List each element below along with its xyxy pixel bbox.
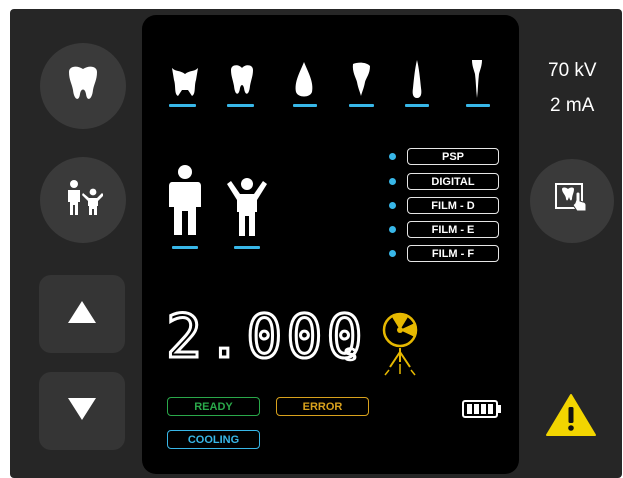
tooth-touch-icon (554, 182, 590, 221)
adult-underline (172, 246, 198, 249)
child-underline (234, 246, 260, 249)
tooth-canine-underline (293, 104, 317, 107)
tooth-root-incisor[interactable] (467, 58, 507, 110)
mode-dot-film-f (389, 250, 396, 257)
tooth-molar[interactable] (167, 58, 207, 110)
mode-dot-psp (389, 153, 396, 160)
tooth-molar-underline (169, 104, 196, 107)
arrow-down-icon (68, 397, 96, 425)
ready-indicator: READY (167, 397, 260, 416)
tooth-touch-button[interactable] (530, 159, 614, 243)
tooth-premolar-underline (227, 104, 254, 107)
tooth-upper-incisor[interactable] (350, 58, 390, 110)
arrow-up-button[interactable] (39, 275, 125, 353)
exposure-time-unit: s (343, 337, 358, 367)
arrow-up-icon (68, 300, 96, 328)
exposure-time-value: 2.000 (165, 302, 367, 373)
error-indicator: ERROR (276, 397, 369, 416)
tooth-premolar[interactable] (225, 58, 265, 110)
mode-dot-digital (389, 178, 396, 185)
tooth-upper-incisor-underline (349, 104, 374, 107)
tooth-mode-button[interactable] (40, 43, 126, 129)
mode-digital-button[interactable]: DIGITAL (407, 173, 499, 190)
tooth-lower-incisor-underline (405, 104, 429, 107)
mode-film-d-button[interactable]: FILM - D (407, 197, 499, 214)
tooth-canine[interactable] (292, 58, 332, 110)
child-patient-icon[interactable] (226, 178, 268, 241)
mode-film-f-button[interactable]: FILM - F (407, 245, 499, 262)
arrow-down-button[interactable] (39, 372, 125, 450)
tooth-icon (63, 64, 103, 109)
battery-icon (462, 400, 502, 423)
kv-readout: 70 kV (548, 60, 597, 81)
cooling-indicator: COOLING (167, 430, 260, 449)
mode-dot-film-e (389, 226, 396, 233)
tooth-root-incisor-underline (466, 104, 490, 107)
mode-film-e-button[interactable]: FILM - E (407, 221, 499, 238)
ma-readout: 2 mA (550, 95, 595, 116)
patient-type-button[interactable] (40, 157, 126, 243)
adult-child-icon (63, 179, 104, 221)
radiation-icon (377, 312, 423, 381)
mode-dot-film-d (389, 202, 396, 209)
mode-psp-button[interactable]: PSP (407, 148, 499, 165)
warning-icon (545, 393, 597, 442)
adult-patient-icon[interactable] (167, 165, 203, 240)
tooth-lower-incisor[interactable] (406, 58, 446, 110)
